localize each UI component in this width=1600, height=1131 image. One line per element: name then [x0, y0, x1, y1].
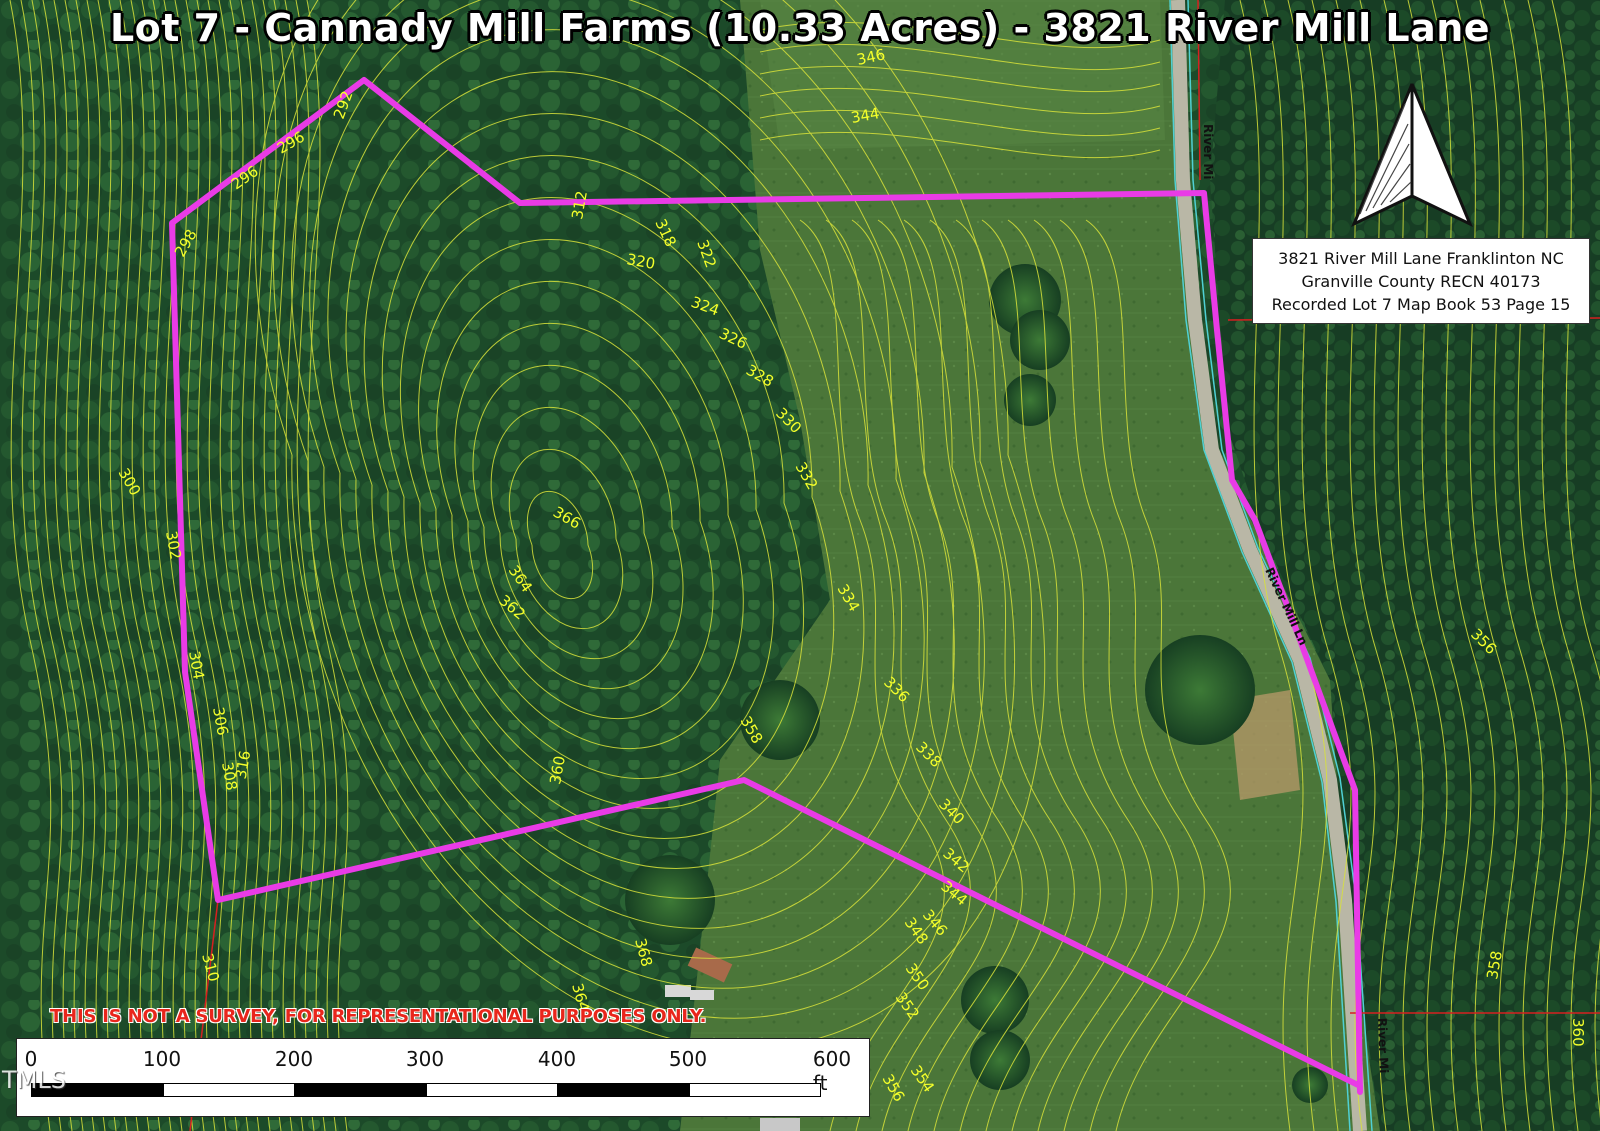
scale-segment [426, 1083, 558, 1097]
building [760, 1118, 800, 1131]
info-address: 3821 River Mill Lane Franklinton NC [1278, 248, 1564, 268]
scale-bar: 0 100 200 300 400 500 600 ft [16, 1038, 870, 1117]
scale-segment [295, 1083, 426, 1097]
scale-label: 300 [405, 1047, 445, 1071]
scale-label: 400 [537, 1047, 577, 1071]
scale-segment [558, 1083, 689, 1097]
scale-segment [689, 1083, 821, 1097]
info-recorded-lot: Recorded Lot 7 Map Book 53 Page 15 [1271, 294, 1571, 314]
building [690, 990, 714, 1000]
scale-segment [163, 1083, 295, 1097]
scale-label: 500 [668, 1047, 708, 1071]
tree-cluster [970, 1030, 1030, 1090]
map-view[interactable]: 346 344 292 296 296 298 312 318 320 322 … [0, 0, 1600, 1131]
road-label: River Mi [1201, 124, 1215, 179]
property-info-box: 3821 River Mill Lane Franklinton NC Gran… [1252, 238, 1590, 324]
map-title: Lot 7 - Cannady Mill Farms (10.33 Acres)… [109, 6, 1491, 50]
tree-cluster [961, 966, 1029, 1034]
scale-label: 200 [274, 1047, 314, 1071]
contour-label: 360 [1569, 1018, 1587, 1047]
disclaimer-text: THIS IS NOT A SURVEY, FOR REPRESENTATION… [50, 1006, 707, 1027]
scale-label: 100 [142, 1047, 182, 1071]
aerial-map-canvas[interactable]: 346 344 292 296 296 298 312 318 320 322 … [0, 0, 1600, 1131]
road-label: River Mi [1375, 1018, 1391, 1074]
mls-watermark: TMLS [2, 1066, 66, 1094]
building [665, 985, 691, 997]
info-county-recn: Granville County RECN 40173 [1301, 271, 1541, 291]
